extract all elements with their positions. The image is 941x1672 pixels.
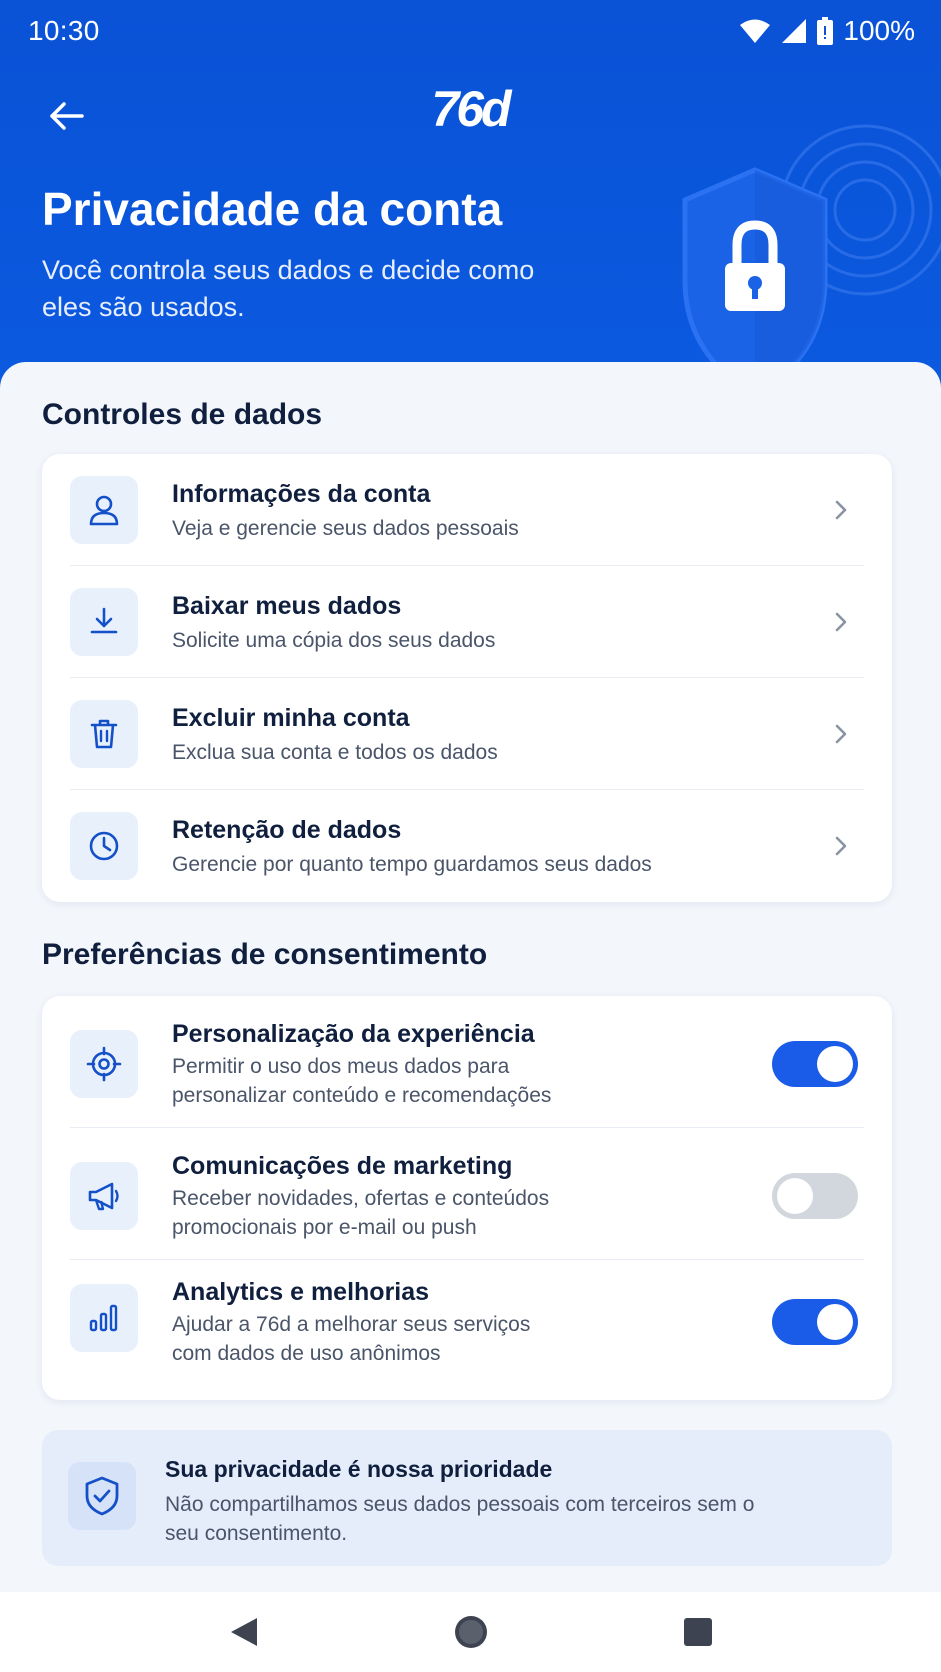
row-description-line2: com dados de uso anônimos xyxy=(172,1342,441,1365)
analytics-toggle[interactable] xyxy=(772,1299,858,1345)
toggle-knob xyxy=(777,1178,813,1214)
data-control-retention[interactable]: Retenção de dados Gerencie por quanto te… xyxy=(42,790,892,902)
brand-logo: 76d xyxy=(410,76,530,142)
status-icons: 100% xyxy=(739,15,915,47)
clock-icon xyxy=(70,812,138,880)
consent-card: Personalização da experiência Permitir o… xyxy=(42,996,892,1400)
row-description: Solicite uma cópia dos seus dados xyxy=(172,629,496,652)
page-title: Privacidade da conta xyxy=(42,183,503,235)
consent-analytics: Analytics e melhorias Ajudar a 76d a mel… xyxy=(42,1260,892,1400)
row-description: Exclua sua conta e todos os dados xyxy=(172,741,498,764)
status-bar: 10:30 100% xyxy=(0,0,941,62)
row-title: Informações da conta xyxy=(172,480,431,508)
nav-home-button[interactable] xyxy=(441,1602,501,1662)
data-controls-card: Informações da conta Veja e gerencie seu… xyxy=(42,454,892,902)
user-icon xyxy=(70,476,138,544)
privacy-notice-title: Sua privacidade é nossa prioridade xyxy=(165,1456,553,1482)
row-description-line1: Permitir o uso dos meus dados para xyxy=(172,1055,510,1078)
nav-back-button[interactable] xyxy=(214,1602,274,1662)
chevron-right-icon xyxy=(835,500,847,520)
row-description: Veja e gerencie seus dados pessoais xyxy=(172,517,519,540)
megaphone-icon xyxy=(70,1162,138,1230)
data-control-download[interactable]: Baixar meus dados Solicite uma cópia dos… xyxy=(42,566,892,678)
shield-lock-illustration xyxy=(682,124,941,398)
signal-icon xyxy=(782,19,807,43)
circle-home-icon xyxy=(454,1616,487,1648)
triangle-back-icon xyxy=(230,1618,257,1646)
row-title: Personalização da experiência xyxy=(172,1020,535,1048)
toggle-knob xyxy=(817,1046,853,1082)
data-control-account-info[interactable]: Informações da conta Veja e gerencie seu… xyxy=(42,454,892,566)
row-description-line1: Ajudar a 76d a melhorar seus serviços xyxy=(172,1313,531,1336)
consent-personalization: Personalização da experiência Permitir o… xyxy=(42,996,892,1128)
data-control-delete-account[interactable]: Excluir minha conta Exclua sua conta e t… xyxy=(42,678,892,790)
row-title: Excluir minha conta xyxy=(172,704,410,732)
personalization-toggle[interactable] xyxy=(772,1041,858,1087)
battery-icon xyxy=(817,17,834,45)
chevron-right-icon xyxy=(835,836,847,856)
marketing-toggle[interactable] xyxy=(772,1173,858,1219)
battery-level: 100% xyxy=(843,15,915,46)
chevron-right-icon xyxy=(835,724,847,744)
privacy-notice-text: Não compartilhamos seus dados pessoais c… xyxy=(165,1493,755,1545)
download-icon xyxy=(70,588,138,656)
nav-recents-button[interactable] xyxy=(668,1602,728,1662)
row-description-line2: personalizar conteúdo e recomendações xyxy=(172,1084,552,1107)
back-button[interactable] xyxy=(40,90,92,142)
row-title: Retenção de dados xyxy=(172,816,402,844)
system-navigation-bar xyxy=(0,1592,941,1672)
section-title-consent: Preferências de consentimento xyxy=(42,938,488,971)
shield-check-icon xyxy=(68,1462,136,1530)
row-description: Gerencie por quanto tempo guardamos seus… xyxy=(172,853,652,876)
consent-marketing: Comunicações de marketing Receber novida… xyxy=(42,1128,892,1260)
target-icon xyxy=(70,1030,138,1098)
page-subtitle: Você controla seus dados e decide como e… xyxy=(42,255,535,322)
row-title: Baixar meus dados xyxy=(172,592,402,620)
privacy-notice: Sua privacidade é nossa prioridade Não c… xyxy=(42,1430,892,1566)
header-hero: 10:30 100% 76d Privacidade da conta Você… xyxy=(0,0,941,400)
bar-chart-icon xyxy=(70,1284,138,1352)
row-description-line2: promocionais por e-mail ou push xyxy=(172,1216,477,1239)
toggle-knob xyxy=(817,1304,853,1340)
arrow-left-icon xyxy=(50,102,84,130)
square-recents-icon xyxy=(683,1618,712,1646)
row-description-line1: Receber novidades, ofertas e conteúdos xyxy=(172,1187,550,1210)
row-title: Comunicações de marketing xyxy=(172,1152,513,1180)
wifi-icon xyxy=(740,19,771,43)
row-title: Analytics e melhorias xyxy=(172,1278,430,1306)
logo-text: 76d xyxy=(431,81,511,137)
status-time: 10:30 xyxy=(28,15,100,46)
trash-icon xyxy=(70,700,138,768)
chevron-right-icon xyxy=(835,612,847,632)
section-title-data-controls: Controles de dados xyxy=(42,398,323,431)
